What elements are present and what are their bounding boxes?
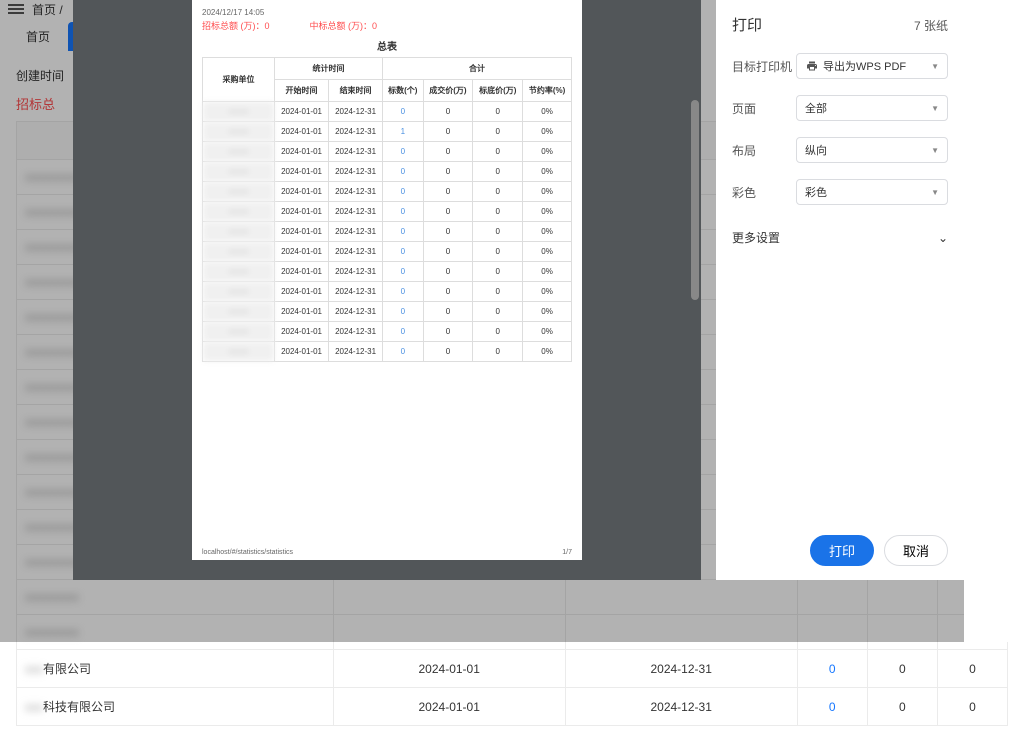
unit-cell: xxxxx <box>203 282 275 302</box>
th-unit: 采购单位 <box>203 58 275 102</box>
sheet-count: 7 张纸 <box>914 17 948 34</box>
layout-select[interactable]: 纵向▼ <box>796 137 948 163</box>
unit-cell: xxxxx <box>203 262 275 282</box>
unit-cell: xxxxx <box>203 322 275 342</box>
unit-cell: xxxxx <box>203 202 275 222</box>
print-preview-area: 2024/12/17 14:05 招标总额 (万)：0 中标总额 (万)：0 总… <box>73 0 701 580</box>
th-stat-time: 统计时间 <box>275 58 383 80</box>
pages-select[interactable]: 全部▼ <box>796 95 948 121</box>
table-row: xxxxx 2024-01-012024-12-31 00 00% <box>203 142 572 162</box>
preview-timestamp: 2024/12/17 14:05 <box>202 8 572 17</box>
table-row: xxxxx 2024-01-012024-12-31 00 00% <box>203 202 572 222</box>
label-pages: 页面 <box>732 100 796 117</box>
table-row: xxx科技有限公司2024-01-012024-12-31000 <box>17 688 1008 726</box>
table-row: xxxxx 2024-01-012024-12-31 00 00% <box>203 182 572 202</box>
label-layout: 布局 <box>732 142 796 159</box>
th-total: 合计 <box>383 58 572 80</box>
th-start: 开始时间 <box>275 80 329 102</box>
unit-cell: xxxxx <box>203 242 275 262</box>
unit-cell: xxxxx <box>203 222 275 242</box>
win-total: 中标总额 (万)：0 <box>310 19 378 32</box>
table-row: xxxxx 2024-01-012024-12-31 10 00% <box>203 122 572 142</box>
preview-page-1: 2024/12/17 14:05 招标总额 (万)：0 中标总额 (万)：0 总… <box>192 0 582 560</box>
print-dialog-overlay: 2024/12/17 14:05 招标总额 (万)：0 中标总额 (万)：0 总… <box>0 0 1024 642</box>
chevron-down-icon: ▼ <box>931 104 939 113</box>
table-row: xxxxx 2024-01-012024-12-31 00 00% <box>203 222 572 242</box>
unit-cell: xxxxx <box>203 122 275 142</box>
th-deal: 成交价(万) <box>423 80 473 102</box>
preview-title: 总表 <box>202 38 572 53</box>
bid-total: 招标总额 (万)：0 <box>202 19 270 32</box>
chevron-down-icon: ▼ <box>931 188 939 197</box>
label-color: 彩色 <box>732 184 796 201</box>
panel-title: 打印 <box>732 14 762 35</box>
table-row: xxxxx 2024-01-012024-12-31 00 00% <box>203 262 572 282</box>
preview-table: 采购单位 统计时间 合计 开始时间 结束时间 标数(个) 成交价(万) 标底价(… <box>202 57 572 362</box>
table-row: xxxxx 2024-01-012024-12-31 00 00% <box>203 162 572 182</box>
table-row: xxxxx 2024-01-012024-12-31 00 00% <box>203 282 572 302</box>
preview-page-num: 1/7 <box>562 549 572 556</box>
cancel-button[interactable]: 取消 <box>884 535 948 566</box>
unit-cell: xxxxx <box>203 162 275 182</box>
color-select[interactable]: 彩色▼ <box>796 179 948 205</box>
chevron-down-icon: ⌄ <box>938 231 948 245</box>
th-rate: 节约率(%) <box>523 80 572 102</box>
table-row: xxxxx 2024-01-012024-12-31 00 00% <box>203 302 572 322</box>
unit-cell: xxxxx <box>203 342 275 362</box>
printer-icon <box>805 60 819 72</box>
preview-url: localhost/#/statistics/statistics <box>202 549 293 556</box>
unit-cell: xxxxx <box>203 182 275 202</box>
unit-cell: xxxxx <box>203 302 275 322</box>
printer-select[interactable]: 导出为WPS PDF ▼ <box>796 53 948 79</box>
print-button[interactable]: 打印 <box>810 535 874 566</box>
table-row: xxx有限公司2024-01-012024-12-31000 <box>17 650 1008 688</box>
label-printer: 目标打印机 <box>732 58 796 75</box>
table-row: xxxxx 2024-01-012024-12-31 00 00% <box>203 102 572 122</box>
preview-scrollbar[interactable] <box>691 100 699 300</box>
table-row: xxxxx 2024-01-012024-12-31 00 00% <box>203 322 572 342</box>
th-base: 标底价(万) <box>473 80 523 102</box>
more-settings-toggle[interactable]: 更多设置 ⌄ <box>732 229 948 246</box>
chevron-down-icon: ▼ <box>931 146 939 155</box>
print-settings-panel: 打印 7 张纸 目标打印机 导出为WPS PDF ▼ 页面 全部▼ 布局 纵向▼… <box>716 0 964 580</box>
unit-cell: xxxxx <box>203 142 275 162</box>
table-row: xxxxx 2024-01-012024-12-31 00 00% <box>203 342 572 362</box>
far-right-strip <box>964 0 1024 642</box>
table-row: xxxxx 2024-01-012024-12-31 00 00% <box>203 242 572 262</box>
th-bid-count: 标数(个) <box>383 80 423 102</box>
th-end: 结束时间 <box>329 80 383 102</box>
chevron-down-icon: ▼ <box>931 62 939 71</box>
unit-cell: xxxxx <box>203 102 275 122</box>
